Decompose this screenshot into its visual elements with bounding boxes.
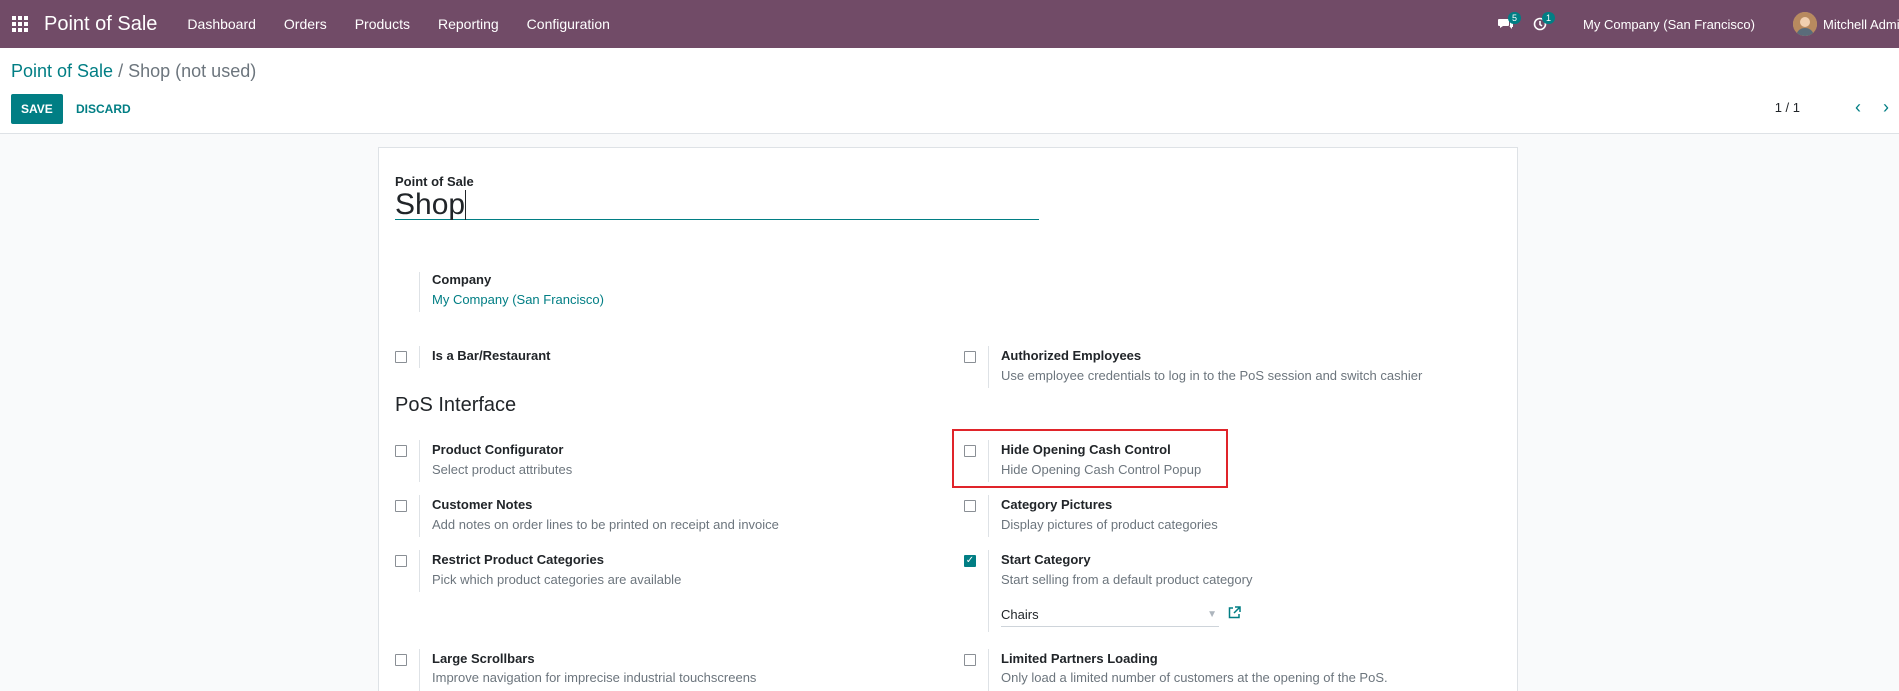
- product-configurator-title: Product Configurator: [432, 442, 564, 457]
- customer-notes-desc: Add notes on order lines to be printed o…: [432, 517, 779, 532]
- text-caret: [465, 190, 467, 220]
- user-avatar[interactable]: [1793, 12, 1817, 36]
- form-sheet: Point of Sale Shop Company My Company (S…: [378, 147, 1518, 691]
- large-scrollbars-desc: Improve navigation for imprecise industr…: [432, 670, 757, 685]
- activities-badge: 1: [1542, 12, 1556, 24]
- setting-divider: [988, 495, 989, 537]
- category-pictures-desc: Display pictures of product categories: [1001, 517, 1218, 532]
- category-pictures-title: Category Pictures: [1001, 497, 1113, 512]
- start-category-desc: Start selling from a default product cat…: [1001, 572, 1253, 587]
- top-navbar: Point of Sale Dashboard Orders Products …: [0, 0, 1899, 48]
- authorized-employees-title: Authorized Employees: [1001, 348, 1142, 363]
- setting-divider: [988, 649, 989, 691]
- bar-restaurant-title: Is a Bar/Restaurant: [432, 348, 551, 363]
- menu-orders[interactable]: Orders: [274, 16, 345, 32]
- hide-cash-control-title: Hide Opening Cash Control: [1001, 442, 1171, 457]
- menu-products[interactable]: Products: [345, 16, 428, 32]
- company-switcher[interactable]: My Company (San Francisco): [1583, 17, 1755, 32]
- chevron-right-icon[interactable]: ›: [1883, 98, 1889, 116]
- chevron-left-icon[interactable]: ‹: [1855, 98, 1861, 116]
- activities-icon[interactable]: 1: [1523, 0, 1557, 48]
- pager-value[interactable]: 1 / 1: [1775, 100, 1800, 115]
- discard-button[interactable]: DISCARD: [66, 94, 141, 124]
- hide-cash-control-checkbox[interactable]: [964, 445, 976, 457]
- restrict-categories-title: Restrict Product Categories: [432, 552, 604, 567]
- limited-partners-title: Limited Partners Loading: [1001, 651, 1158, 666]
- menu-reporting[interactable]: Reporting: [428, 16, 517, 32]
- restrict-categories-checkbox[interactable]: [395, 555, 407, 567]
- pos-name-input[interactable]: Shop: [395, 190, 1039, 220]
- start-category-checkbox[interactable]: ✓: [964, 555, 976, 567]
- limited-partners-desc: Only load a limited number of customers …: [1001, 670, 1388, 685]
- setting-divider: [419, 649, 420, 691]
- menu-configuration[interactable]: Configuration: [517, 16, 628, 32]
- large-scrollbars-title: Large Scrollbars: [432, 651, 535, 666]
- setting-divider: [988, 440, 989, 482]
- hide-cash-control-desc: Hide Opening Cash Control Popup: [1001, 462, 1202, 477]
- app-brand[interactable]: Point of Sale: [44, 13, 157, 36]
- customer-notes-title: Customer Notes: [432, 497, 533, 512]
- menu-dashboard[interactable]: Dashboard: [177, 16, 274, 32]
- company-divider: [419, 272, 420, 312]
- app-menu-icon[interactable]: [0, 0, 40, 48]
- limited-partners-checkbox[interactable]: [964, 654, 976, 666]
- setting-divider: [988, 550, 989, 632]
- product-configurator-desc: Select product attributes: [432, 462, 573, 477]
- authorized-employees-checkbox[interactable]: [964, 351, 976, 363]
- category-pictures-checkbox[interactable]: [964, 500, 976, 512]
- breadcrumb-current: Shop (not used): [128, 61, 257, 81]
- restrict-categories-desc: Pick which product categories are availa…: [432, 572, 682, 587]
- control-panel: Point of Sale / Shop (not used) SAVE DIS…: [0, 48, 1899, 134]
- authorized-employees-desc: Use employee credentials to log in to th…: [1001, 368, 1423, 383]
- messages-badge: 5: [1508, 12, 1522, 24]
- user-menu[interactable]: Mitchell Admin: [1823, 17, 1899, 32]
- setting-divider: [419, 550, 420, 592]
- large-scrollbars-checkbox[interactable]: [395, 654, 407, 666]
- customer-notes-checkbox[interactable]: [395, 500, 407, 512]
- setting-divider: [988, 346, 989, 388]
- breadcrumb: Point of Sale / Shop (not used): [11, 61, 256, 82]
- breadcrumb-parent[interactable]: Point of Sale: [11, 61, 113, 81]
- pos-name-value: Shop: [395, 188, 466, 221]
- company-field-link[interactable]: My Company (San Francisco): [432, 292, 604, 307]
- messages-icon[interactable]: 5: [1489, 0, 1523, 48]
- name-label: Point of Sale: [395, 174, 474, 189]
- setting-divider: [419, 495, 420, 537]
- bar-restaurant-checkbox[interactable]: [395, 351, 407, 363]
- setting-divider: [419, 346, 420, 368]
- external-link-icon[interactable]: [1228, 606, 1241, 622]
- start-category-title: Start Category: [1001, 552, 1091, 567]
- save-button[interactable]: SAVE: [11, 94, 63, 124]
- setting-divider: [419, 440, 420, 482]
- product-configurator-checkbox[interactable]: [395, 445, 407, 457]
- section-title: PoS Interface: [395, 394, 517, 416]
- company-label: Company: [432, 272, 492, 287]
- highlight-box: [952, 429, 1228, 488]
- chevron-down-icon: ▼: [1207, 609, 1217, 620]
- start-category-select[interactable]: Chairs ▼: [1001, 605, 1219, 627]
- start-category-value: Chairs: [1001, 607, 1039, 622]
- breadcrumb-separator: /: [118, 61, 124, 81]
